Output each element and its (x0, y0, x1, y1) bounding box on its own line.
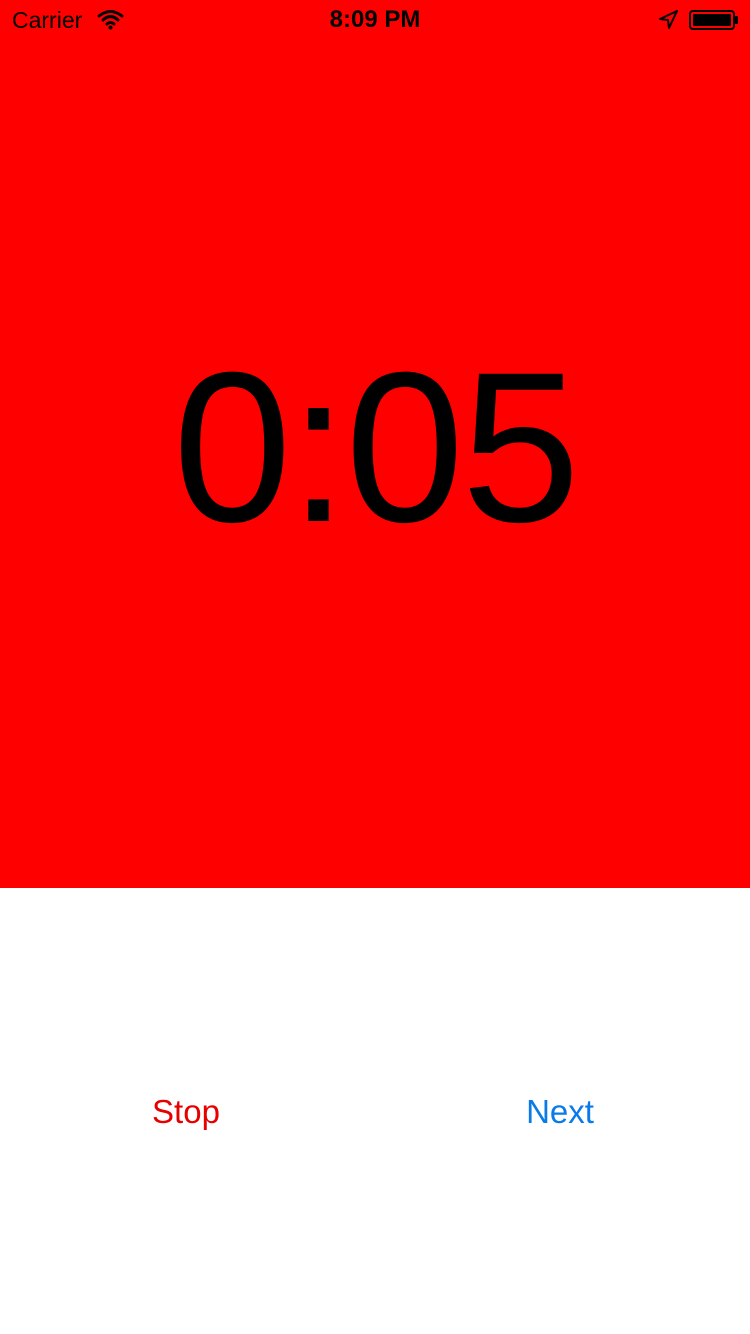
timer-panel: Carrier 8:09 PM 0:05 (0, 0, 750, 888)
status-bar: Carrier 8:09 PM (0, 0, 750, 40)
countdown-display: 0:05 (172, 328, 581, 567)
status-time: 8:09 PM (329, 6, 421, 33)
timer-screen: Carrier 8:09 PM 0:05 Stop Next (0, 0, 750, 1334)
location-arrow-icon (658, 9, 679, 30)
stop-button[interactable]: Stop (130, 1088, 242, 1136)
next-button[interactable]: Next (505, 1088, 615, 1136)
battery-icon (689, 10, 739, 30)
